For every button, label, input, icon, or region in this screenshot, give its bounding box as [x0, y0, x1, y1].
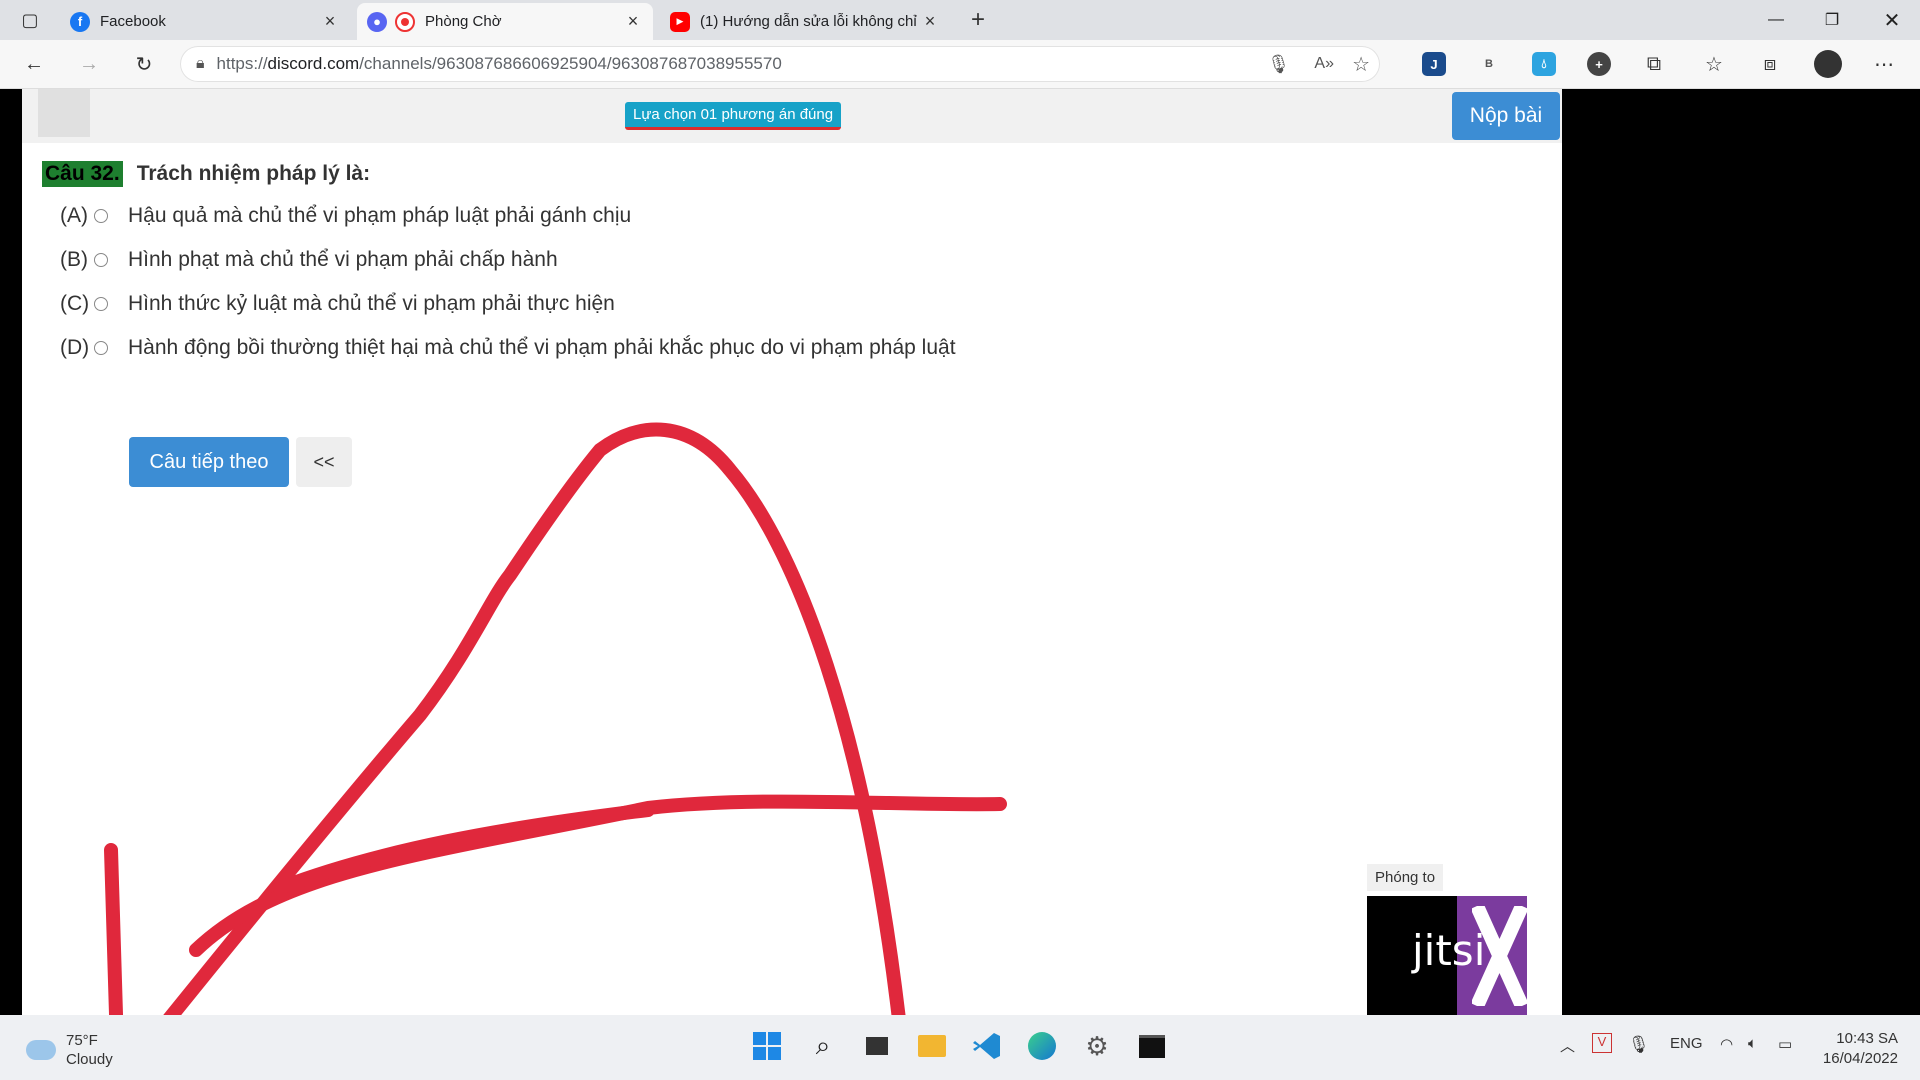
- battery-icon[interactable]: ▭: [1778, 1035, 1792, 1053]
- antivirus-icon[interactable]: V: [1592, 1033, 1612, 1053]
- url-text[interactable]: https://discord.com/channels/96308768660…: [217, 54, 782, 74]
- question-header: Câu 32. Trách nhiệm pháp lý là:: [42, 161, 370, 187]
- minimize-icon[interactable]: —: [1748, 0, 1804, 40]
- tab-title: Facebook: [100, 13, 166, 30]
- time: 10:43 SA: [1836, 1030, 1898, 1047]
- facebook-icon: f: [70, 11, 90, 32]
- option-label: (B): [60, 248, 88, 271]
- option-c[interactable]: (C) Hình thức kỷ luật mà chủ thể vi phạm…: [60, 292, 615, 316]
- show-hidden-icons[interactable]: ︿: [1560, 1035, 1575, 1056]
- x-logo-icon: [1472, 906, 1527, 1006]
- lock-icon: 🔒︎: [196, 55, 205, 72]
- zoom-video-button[interactable]: Phóng to: [1367, 864, 1444, 891]
- forward-icon[interactable]: →: [73, 48, 105, 80]
- tab-phong-cho[interactable]: ● Phòng Chờ ×: [357, 3, 653, 40]
- clock[interactable]: 10:43 SA 16/04/2022: [1818, 1029, 1898, 1069]
- file-explorer-icon[interactable]: [915, 1029, 949, 1063]
- profile-avatar[interactable]: [1812, 48, 1844, 80]
- cloud-icon: [26, 1040, 56, 1060]
- quiz-page: Lựa chọn 01 phương án đúng Nộp bài Câu 3…: [22, 89, 1562, 1015]
- task-view-icon[interactable]: [860, 1029, 894, 1063]
- option-a[interactable]: (A) Hậu quả mà chủ thể vi phạm pháp luật…: [60, 204, 631, 228]
- quiz-header: Lựa chọn 01 phương án đúng Nộp bài: [22, 89, 1562, 143]
- close-tab-icon[interactable]: ×: [320, 11, 340, 32]
- radio-button[interactable]: [94, 297, 108, 311]
- option-text[interactable]: Hành động bồi thường thiệt hại mà chủ th…: [128, 336, 956, 360]
- tab-title: (1) Hướng dẫn sửa lỗi không chỉ: [700, 13, 917, 30]
- tab-actions-icon[interactable]: ▢: [14, 4, 46, 36]
- option-text[interactable]: Hình thức kỷ luật mà chủ thể vi phạm phả…: [128, 292, 615, 316]
- reload-icon[interactable]: ↻: [128, 48, 160, 80]
- tab-youtube[interactable]: ▶ (1) Hướng dẫn sửa lỗi không chỉ ×: [660, 3, 950, 40]
- option-label: (A): [60, 204, 88, 227]
- video-preview[interactable]: jitsi: [1367, 896, 1527, 1015]
- radio-button[interactable]: [94, 341, 108, 355]
- add-favorite-icon[interactable]: ☆: [1352, 52, 1370, 77]
- radio-button[interactable]: [94, 209, 108, 223]
- tab-bar: ▢ f Facebook × ● Phòng Chờ × ▶ (1) Hướng…: [0, 0, 1920, 40]
- close-tab-icon[interactable]: ×: [623, 11, 643, 32]
- plus-extension-icon[interactable]: +: [1587, 52, 1611, 76]
- youtube-icon: ▶: [670, 11, 690, 32]
- previous-question-button[interactable]: <<: [296, 437, 352, 487]
- weather-condition: Cloudy: [66, 1051, 113, 1068]
- more-menu-icon[interactable]: ⋯: [1868, 48, 1900, 80]
- date: 16/04/2022: [1822, 1050, 1898, 1067]
- read-aloud-icon[interactable]: A»: [1314, 55, 1334, 73]
- vscode-icon[interactable]: [970, 1029, 1004, 1063]
- taskbar: 75°F Cloudy ⌕ ⚙ ︿ V 🎙︎ ENG ◠ 🔈︎ ▭ 10:43 …: [0, 1015, 1920, 1080]
- option-label: (C): [60, 292, 90, 315]
- option-text[interactable]: Hình phạt mà chủ thể vi phạm phải chấp h…: [128, 248, 558, 272]
- volume-icon[interactable]: 🔈︎: [1748, 1035, 1757, 1052]
- option-label: (D): [60, 336, 90, 359]
- question-number: Câu 32.: [42, 161, 123, 187]
- extensions-icon[interactable]: ⧉: [1638, 48, 1670, 80]
- extension-icon[interactable]: J: [1422, 52, 1446, 76]
- close-tab-icon[interactable]: ×: [920, 11, 940, 32]
- back-icon[interactable]: ←: [18, 48, 50, 80]
- search-icon[interactable]: ⌕: [806, 1029, 840, 1063]
- drop-extension-icon[interactable]: 💧︎: [1532, 52, 1556, 76]
- terminal-icon[interactable]: [1135, 1029, 1169, 1063]
- browser-toolbar: ← → ↻ 🔒︎ https://discord.com/channels/96…: [0, 40, 1920, 89]
- option-text[interactable]: Hậu quả mà chủ thể vi phạm pháp luật phả…: [128, 204, 631, 228]
- user-avatar: [38, 89, 90, 137]
- option-b[interactable]: (B) Hình phạt mà chủ thể vi phạm phải ch…: [60, 248, 558, 272]
- wifi-icon[interactable]: ◠: [1720, 1035, 1733, 1053]
- tab-facebook[interactable]: f Facebook ×: [60, 3, 350, 40]
- option-d[interactable]: (D) Hành động bồi thường thiệt hại mà ch…: [60, 336, 956, 360]
- address-bar[interactable]: 🔒︎ https://discord.com/channels/96308768…: [180, 46, 1380, 82]
- language-indicator[interactable]: ENG: [1670, 1035, 1703, 1052]
- temperature: 75°F: [66, 1032, 98, 1049]
- collections-icon[interactable]: ⧈: [1754, 48, 1786, 80]
- settings-icon[interactable]: ⚙: [1080, 1029, 1114, 1063]
- new-tab-icon[interactable]: +: [962, 4, 994, 36]
- next-question-button[interactable]: Câu tiếp theo: [129, 437, 289, 487]
- weather-widget[interactable]: 75°F Cloudy: [26, 1031, 113, 1069]
- edge-icon[interactable]: [1025, 1029, 1059, 1063]
- close-window-icon[interactable]: ✕: [1864, 0, 1920, 40]
- instruction-banner: Lựa chọn 01 phương án đúng: [625, 102, 842, 130]
- favorites-icon[interactable]: ☆: [1698, 48, 1730, 80]
- microphone-icon[interactable]: 🎙︎: [1267, 54, 1290, 75]
- discord-icon: ●: [367, 11, 387, 32]
- radio-button[interactable]: [94, 253, 108, 267]
- restore-icon[interactable]: ❐: [1804, 0, 1860, 40]
- submit-button[interactable]: Nộp bài: [1452, 92, 1560, 140]
- microphone-tray-icon[interactable]: 🎙︎: [1628, 1035, 1650, 1055]
- start-icon[interactable]: [750, 1029, 784, 1063]
- tab-title: Phòng Chờ: [425, 13, 502, 30]
- question-text: Trách nhiệm pháp lý là:: [136, 162, 371, 185]
- recording-icon: [395, 11, 415, 32]
- extension-badge-icon[interactable]: B: [1477, 52, 1501, 76]
